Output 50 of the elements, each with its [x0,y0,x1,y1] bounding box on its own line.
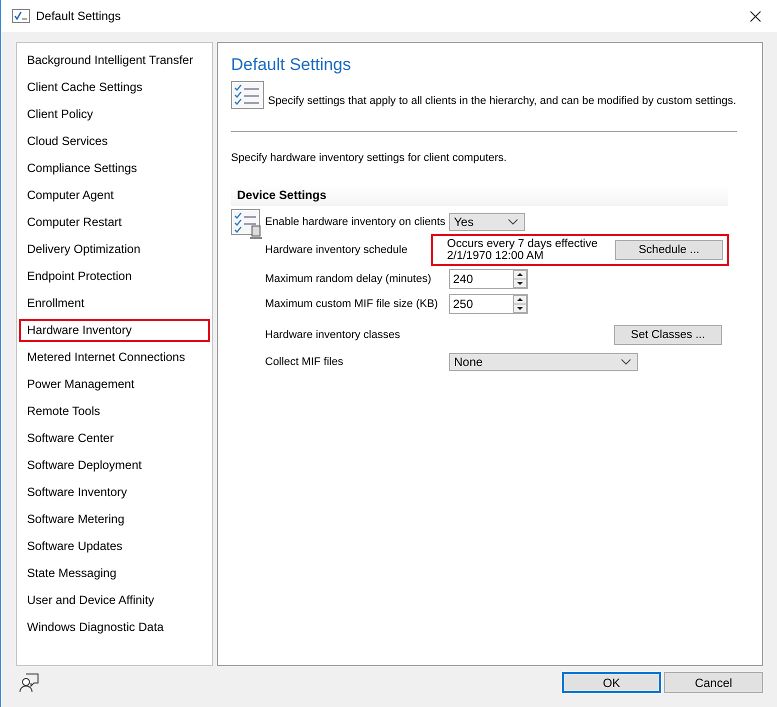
sidebar-item[interactable]: Power Management [19,373,210,396]
setting-label: Collect MIF files [265,356,344,368]
sidebar-item[interactable]: Cloud Services [19,130,210,153]
sidebar-item[interactable]: Computer Agent [19,184,210,207]
checklist-icon [12,9,30,23]
sidebar-item[interactable]: Metered Internet Connections [19,346,210,369]
computer-checklist-icon [231,209,263,239]
sidebar-item[interactable]: User and Device Affinity [19,589,210,612]
sidebar-item[interactable]: Software Metering [19,508,210,531]
sidebar-item[interactable]: State Messaging [19,562,210,585]
chevron-down-icon [508,218,518,224]
description-text: Specify hardware inventory settings for client computers. [231,152,508,164]
close-icon[interactable] [750,10,761,22]
spinner-arrows-icon[interactable] [513,270,527,288]
sidebar-item[interactable]: Software Inventory [19,481,210,504]
sidebar-item[interactable]: Software Updates [19,535,210,558]
sidebar-item[interactable]: Software Center [19,427,210,450]
sidebar-item[interactable]: Client Cache Settings [19,76,210,99]
number-field[interactable]: 240 [449,268,528,288]
setting-label: Hardware inventory schedule [265,244,408,256]
setting-label: Maximum custom MIF file size (KB) [265,298,439,310]
sidebar-item[interactable]: Delivery Optimization [19,238,210,261]
cancel-button[interactable]: Cancel [664,672,763,693]
set-classes-button[interactable]: Set Classes ... [614,324,722,344]
sidebar-item[interactable]: Software Deployment [19,454,210,477]
sidebar-item[interactable]: Remote Tools [19,400,210,423]
sidebar-item[interactable]: Enrollment [19,292,210,315]
schedule-text: Occurs every 7 days effective 2/1/1970 12:00 AM [447,238,598,262]
sidebar-item[interactable]: Endpoint Protection [19,265,210,288]
panel-title: Default Settings [231,55,352,75]
sidebar-item[interactable]: Client Policy [19,103,210,126]
sidebar-item[interactable]: Windows Diagnostic Data [19,616,210,639]
setting-label: Maximum random delay (minutes) [265,272,432,284]
intro-text: Specify settings that apply to all clients in the hierarchy, and can be modified by custom settings. [268,95,736,107]
setting-label: Enable hardware inventory on clients [265,216,446,228]
sidebar-item[interactable]: Hardware Inventory [19,319,210,342]
sidebar-item[interactable]: Compliance Settings [19,157,210,180]
user-chat-icon[interactable] [19,672,39,692]
schedule-button[interactable]: Schedule ... [615,240,723,260]
spinner-arrows-icon[interactable] [513,294,527,312]
setting-label: Hardware inventory classes [265,328,402,340]
chevron-down-icon [621,358,631,364]
checklist-icon [231,81,264,109]
window-title: Default Settings [36,9,122,23]
ok-button[interactable]: OK [562,672,661,693]
sidebar-item[interactable]: Computer Restart [19,211,210,234]
dropdown[interactable]: Yes [449,212,525,230]
sidebar-item[interactable]: Background Intelligent Transfer [19,49,210,72]
dropdown[interactable]: None [449,352,638,370]
number-field[interactable]: 250 [449,294,528,314]
